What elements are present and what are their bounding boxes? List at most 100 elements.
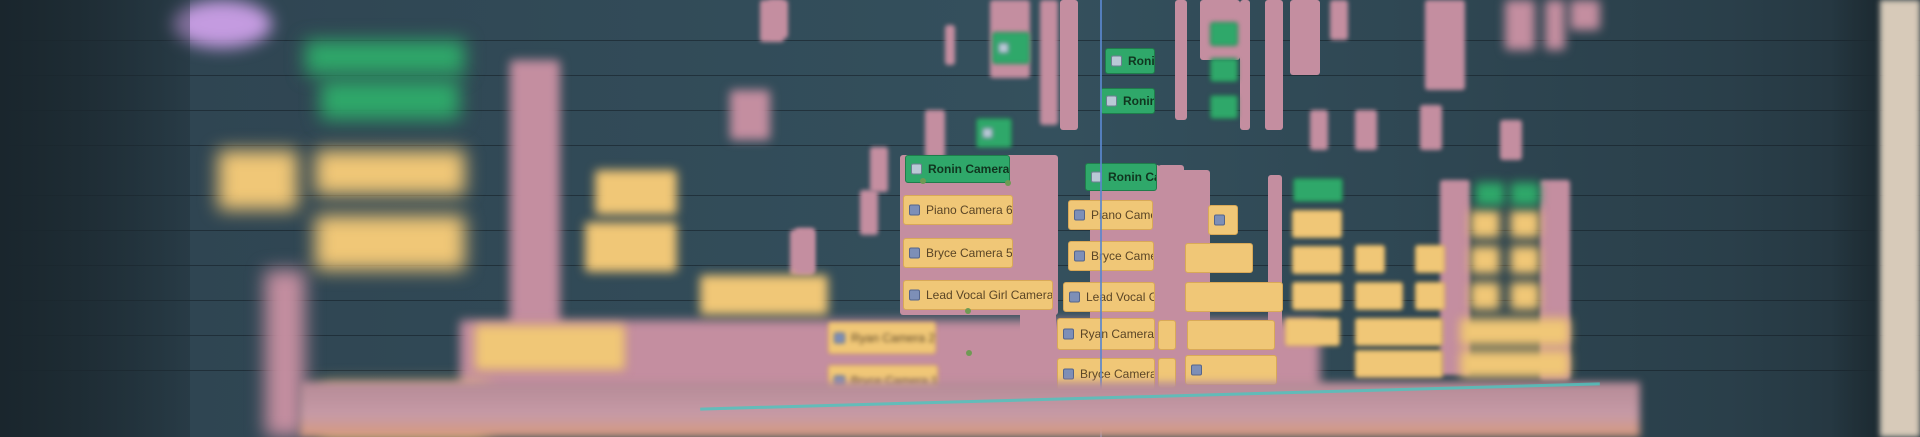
playhead[interactable] — [1100, 0, 1102, 437]
timeline-clip[interactable]: Ryan Camera 2 — [828, 322, 936, 354]
timeline-clip[interactable]: Piano Camera — [1068, 200, 1153, 230]
timeline-clip[interactable] — [945, 25, 955, 65]
timeline-clip[interactable] — [795, 228, 815, 273]
timeline-clip[interactable] — [1158, 320, 1176, 350]
clip-label: Ronin — [1123, 94, 1155, 108]
timeline-clip[interactable] — [320, 80, 460, 120]
timeline-clip[interactable] — [510, 60, 560, 335]
timeline-clip[interactable] — [1210, 58, 1238, 82]
timeline-clip[interactable] — [1420, 105, 1442, 150]
timeline-clip[interactable] — [1240, 0, 1250, 130]
timeline-clip[interactable] — [1510, 210, 1540, 238]
timeline-clip[interactable] — [585, 222, 677, 272]
timeline-clip[interactable] — [1208, 205, 1238, 235]
timeline-clip[interactable] — [760, 0, 784, 42]
timeline-clip[interactable] — [976, 118, 1012, 148]
audio-track-band — [300, 382, 1640, 437]
video-editor-timeline[interactable]: Ronin Ronin Ronin Camera 1 Piano Camera … — [0, 0, 1920, 437]
timeline-clip[interactable] — [1355, 110, 1377, 150]
timeline-clip[interactable]: Bryce Camera — [1068, 241, 1154, 271]
timeline-clip[interactable] — [1470, 246, 1500, 274]
timeline-clip[interactable] — [1285, 318, 1340, 346]
timeline-clip[interactable] — [1265, 0, 1283, 130]
timeline-clip[interactable] — [1570, 0, 1600, 30]
timeline-clip[interactable] — [925, 110, 945, 158]
keyframe-dot[interactable] — [965, 308, 971, 314]
timeline-clip[interactable] — [1175, 0, 1187, 120]
timeline-clip[interactable] — [1210, 95, 1238, 119]
timeline-clip[interactable]: Bryce Camera 5 — [903, 238, 1013, 268]
clip-label: Lead Vocal Girl Camera 3 — [926, 288, 1053, 302]
timeline-clip[interactable] — [870, 147, 888, 192]
timeline-clip[interactable] — [1060, 0, 1078, 130]
timeline-clip[interactable]: Ronin Ca — [1085, 163, 1157, 191]
video-clip-icon — [1074, 209, 1085, 221]
timeline-clip[interactable] — [1460, 350, 1570, 378]
timeline-clip[interactable] — [1185, 243, 1253, 273]
timeline-clip[interactable] — [1292, 246, 1342, 274]
keyframe-dot[interactable] — [966, 350, 972, 356]
timeline-clip[interactable] — [1425, 0, 1465, 90]
timeline-clip[interactable] — [1460, 318, 1570, 346]
timeline-clip[interactable] — [1545, 0, 1565, 50]
timeline-clip[interactable] — [1470, 210, 1500, 238]
background-wall — [1880, 0, 1920, 437]
timeline-clip[interactable]: Ronin — [1100, 88, 1155, 114]
video-clip-icon — [1191, 364, 1202, 376]
timeline-clip[interactable] — [1470, 282, 1500, 310]
timeline-clip[interactable] — [305, 40, 465, 75]
timeline-clip[interactable] — [1510, 282, 1540, 310]
timeline-clip[interactable]: Piano Camera 6 — [903, 195, 1013, 225]
timeline-clip[interactable]: Lead Vocal Girl — [1063, 282, 1155, 312]
clip-label: Lead Vocal Girl — [1086, 290, 1154, 304]
timeline-clip[interactable] — [1185, 282, 1283, 312]
video-clip-icon — [911, 163, 922, 175]
timeline-clip[interactable] — [1415, 282, 1445, 310]
timeline-clip[interactable] — [860, 190, 878, 235]
timeline-clip[interactable] — [1355, 318, 1443, 346]
timeline-clip[interactable]: Lead Vocal Girl Camera 3 — [903, 280, 1053, 310]
timeline-clip[interactable] — [1415, 245, 1445, 273]
timeline-clip[interactable] — [1310, 110, 1328, 150]
timeline-clip[interactable] — [475, 325, 625, 370]
track-divider — [0, 40, 1920, 41]
timeline-clip[interactable] — [730, 90, 770, 140]
timeline-clip[interactable] — [1355, 245, 1385, 273]
timeline-clip[interactable] — [218, 150, 298, 210]
timeline-clip[interactable] — [1293, 178, 1343, 202]
timeline-clip[interactable] — [700, 275, 828, 315]
monitor-bezel-left — [0, 0, 190, 437]
timeline-clip[interactable] — [1475, 182, 1505, 206]
timeline-clip[interactable] — [1355, 350, 1443, 378]
timeline-clip[interactable] — [315, 215, 465, 270]
keyframe-dot[interactable] — [920, 178, 926, 184]
timeline-clip[interactable] — [1330, 0, 1348, 40]
timeline-clip[interactable] — [595, 170, 677, 215]
timeline-clip[interactable] — [1187, 320, 1275, 350]
timeline-clip[interactable] — [1290, 0, 1320, 75]
timeline-clip[interactable] — [1292, 282, 1342, 310]
fx-icon — [1069, 291, 1080, 303]
timeline-clip[interactable] — [1510, 182, 1540, 206]
timeline-clip[interactable] — [1210, 22, 1238, 46]
timeline-clip[interactable]: Ronin — [1105, 48, 1155, 74]
timeline-clip[interactable]: Ryan Camera 2 — [1057, 318, 1155, 350]
video-clip-icon — [1074, 250, 1085, 262]
video-clip-icon — [982, 127, 993, 139]
timeline-clip[interactable] — [1500, 120, 1522, 160]
clip-label: Ryan Camera 2 — [1080, 327, 1155, 341]
timeline-clip[interactable] — [315, 150, 465, 195]
video-clip-icon — [834, 332, 845, 344]
timeline-clip[interactable] — [1292, 210, 1342, 238]
video-clip-icon — [1063, 368, 1074, 380]
timeline-clip[interactable] — [1185, 355, 1277, 385]
timeline-clip[interactable] — [1355, 282, 1403, 310]
timeline-clip[interactable] — [1510, 246, 1540, 274]
keyframe-dot[interactable] — [1005, 180, 1011, 186]
timeline-clip[interactable] — [1505, 0, 1535, 50]
video-clip-icon — [909, 204, 920, 216]
timeline-clip[interactable] — [992, 32, 1030, 64]
timeline-clip[interactable] — [265, 270, 305, 437]
clip-label: Ronin — [1128, 54, 1155, 68]
timeline-clip[interactable] — [1040, 0, 1058, 125]
